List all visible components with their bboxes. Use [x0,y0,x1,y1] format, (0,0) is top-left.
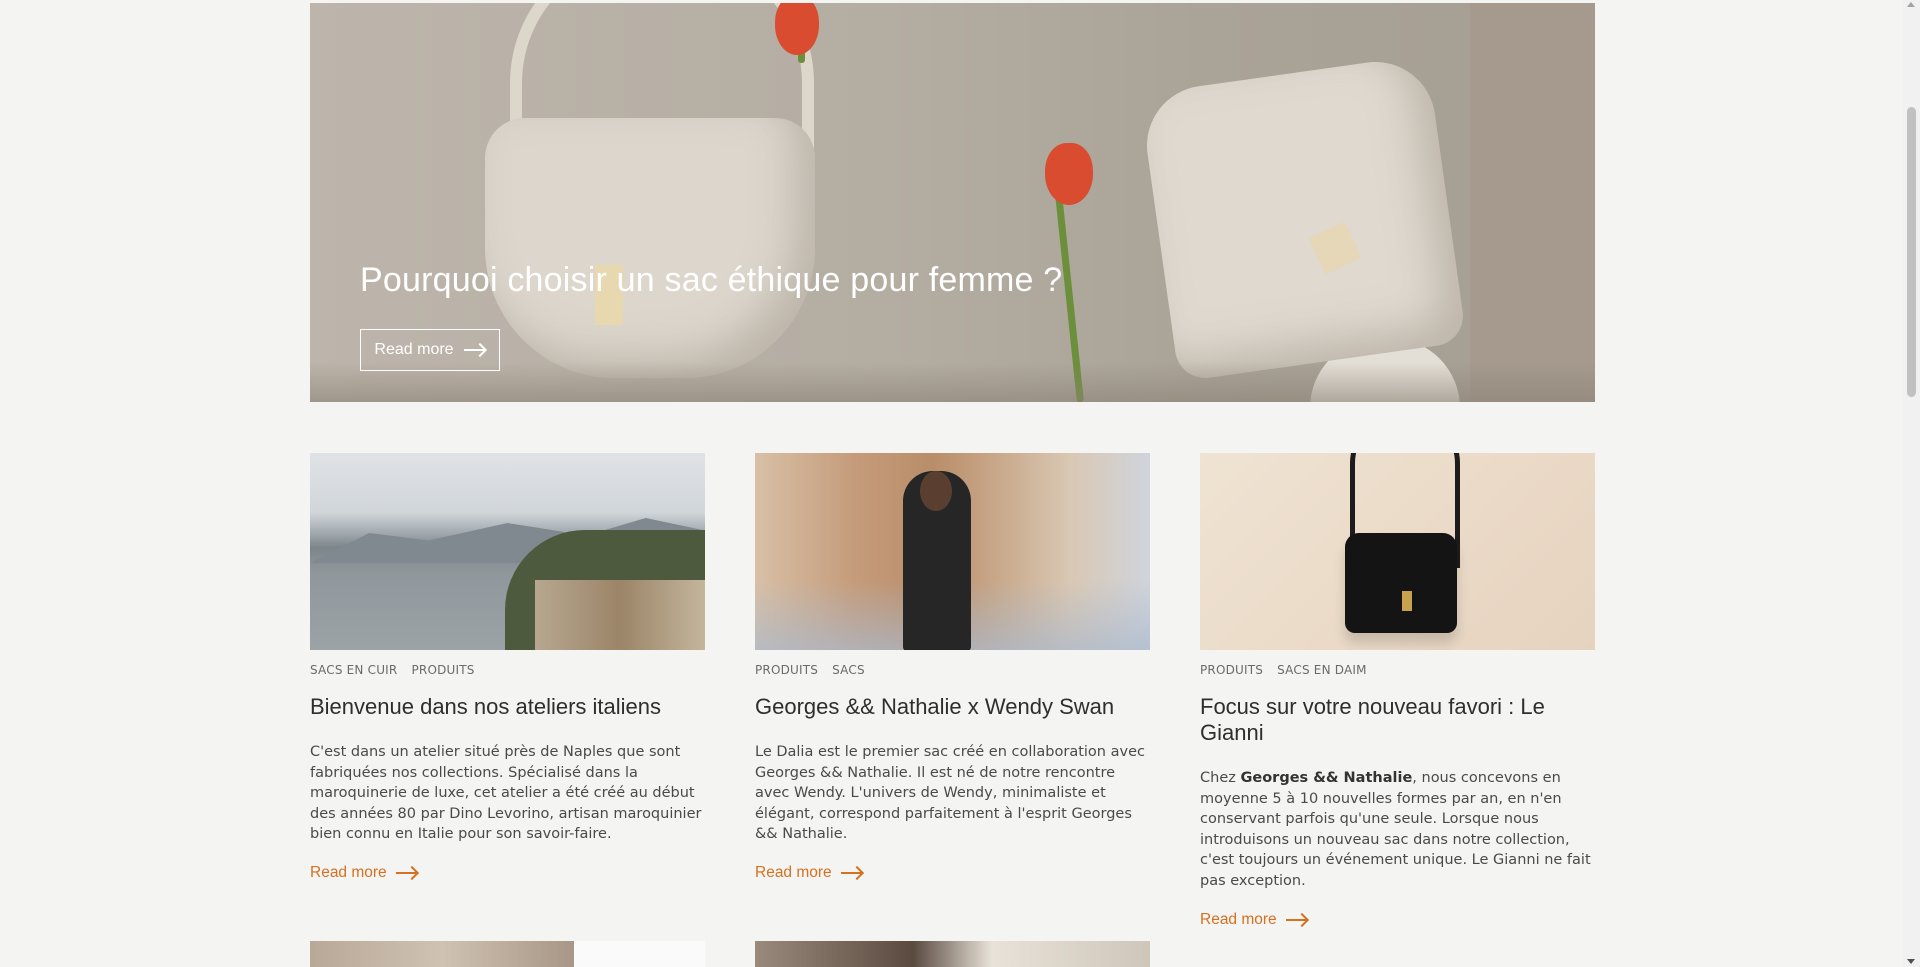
hero-read-more-label: Read more [374,341,454,358]
article-card: SACS EN CUIR PRODUITS Bienvenue dans nos… [310,453,705,882]
hero-banner: Pourquoi choisir un sac éthique pour fem… [310,3,1595,402]
article-image-partial[interactable] [310,941,705,967]
article-card: PRODUITS SACS EN DAIM Focus sur votre no… [1200,453,1595,929]
arrow-right-icon [395,867,418,879]
scroll-up-icon[interactable] [1907,2,1915,7]
scroll-down-icon[interactable] [1907,959,1915,964]
tag-link[interactable]: PRODUITS [411,663,474,677]
article-title[interactable]: Georges && Nathalie x Wendy Swan [755,694,1150,720]
arrow-right-icon [840,867,863,879]
article-tags: PRODUITS SACS [755,663,1150,677]
article-title[interactable]: Bienvenue dans nos ateliers italiens [310,694,705,720]
tag-link[interactable]: SACS EN DAIM [1277,663,1367,677]
read-more-label: Read more [755,863,832,881]
tag-link[interactable]: PRODUITS [755,663,818,677]
article-image-bag[interactable] [1200,453,1595,650]
article-tags: PRODUITS SACS EN DAIM [1200,663,1595,677]
arrow-right-icon [463,344,486,356]
article-excerpt: C'est dans un atelier situé près de Napl… [310,744,702,843]
scrollbar-thumb[interactable] [1907,107,1916,397]
read-more-link[interactable]: Read more [310,864,705,882]
read-more-label: Read more [310,863,387,881]
article-image-coastline[interactable] [310,453,705,650]
hero-bag-image-2 [1139,54,1467,382]
article-excerpt: Chez Georges && Nathalie, nous concevons… [1200,770,1591,889]
article-excerpt: Le Dalia est le premier sac créé en coll… [755,744,1145,843]
read-more-link[interactable]: Read more [1200,911,1595,929]
tulip-decoration [1045,143,1093,205]
tag-link[interactable]: SACS EN CUIR [310,663,397,677]
article-title[interactable]: Focus sur votre nouveau favori : Le Gian… [1200,694,1595,746]
article-tags: SACS EN CUIR PRODUITS [310,663,705,677]
read-more-link[interactable]: Read more [755,864,1150,882]
vertical-scrollbar[interactable] [1903,0,1920,967]
hero-read-more-button[interactable]: Read more [360,329,500,371]
article-image-partial[interactable] [755,941,1150,967]
brand-name: Georges && Nathalie [1240,770,1413,786]
tag-link[interactable]: PRODUITS [1200,663,1263,677]
article-image-model[interactable] [755,453,1150,650]
hero-bag-image [485,118,815,378]
tag-link[interactable]: SACS [832,663,865,677]
hero-title: Pourquoi choisir un sac éthique pour fem… [360,261,1063,299]
arrow-right-icon [1285,914,1308,926]
read-more-label: Read more [1200,910,1277,928]
article-card: PRODUITS SACS Georges && Nathalie x Wend… [755,453,1150,882]
